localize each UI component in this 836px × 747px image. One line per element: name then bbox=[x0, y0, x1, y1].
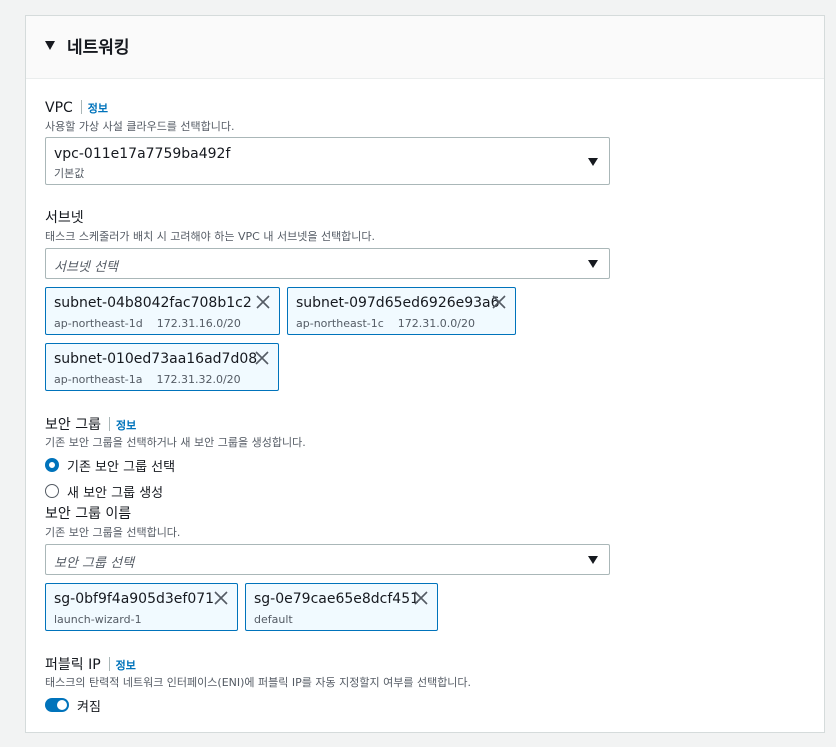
subnet-token-id: subnet-097d65ed6926e93a6 bbox=[296, 295, 500, 311]
public-ip-info-link[interactable]: 정보 bbox=[116, 659, 136, 672]
security-group-label: 보안 그룹 bbox=[45, 417, 101, 433]
subnet-token-id: subnet-04b8042fac708b1c2 bbox=[54, 295, 252, 311]
public-ip-toggle[interactable] bbox=[45, 698, 69, 712]
vpc-select[interactable]: vpc-011e17a7759ba492f 기본값 bbox=[45, 137, 610, 185]
security-group-select-placeholder: 보안 그룹 선택 bbox=[54, 556, 135, 571]
subnet-token-id: subnet-010ed73aa16ad7d08 bbox=[54, 351, 258, 367]
subnet-description: 태스크 스케줄러가 배치 시 고려해야 하는 VPC 내 서브넷을 선택합니다. bbox=[45, 230, 376, 243]
subnet-token-cidr: 172.31.0.0/20 bbox=[397, 317, 475, 330]
radio-new-security-group[interactable] bbox=[45, 484, 59, 498]
security-group-info-link[interactable]: 정보 bbox=[116, 419, 136, 432]
subnet-token-az: ap-northeast-1c bbox=[296, 317, 384, 330]
close-icon[interactable] bbox=[413, 590, 429, 606]
security-group-token-id: sg-0e79cae65e8dcf451 bbox=[254, 591, 420, 607]
dropdown-arrow-icon bbox=[588, 556, 598, 564]
vpc-selected-sub: 기본값 bbox=[54, 167, 85, 180]
security-group-token-name: default bbox=[254, 613, 293, 626]
subnet-select[interactable]: 서브넷 선택 bbox=[45, 248, 610, 279]
security-group-name-description: 기존 보안 그룹을 선택합니다. bbox=[45, 526, 181, 539]
section-header[interactable]: 네트워킹 bbox=[26, 16, 824, 79]
vpc-info-link[interactable]: 정보 bbox=[88, 102, 108, 115]
close-icon[interactable] bbox=[213, 590, 229, 606]
vpc-label-row: VPC 정보 bbox=[45, 97, 108, 116]
security-group-token: sg-0bf9f4a905d3ef071 launch-wizard-1 bbox=[45, 583, 238, 631]
vpc-label: VPC bbox=[45, 100, 73, 116]
networking-panel: 네트워킹 VPC 정보 사용할 가상 사설 클라우드를 선택합니다. vpc-01… bbox=[25, 15, 825, 733]
subnet-token-az: ap-northeast-1a bbox=[54, 373, 143, 386]
security-group-token: sg-0e79cae65e8dcf451 default bbox=[245, 583, 438, 631]
security-group-token-name: launch-wizard-1 bbox=[54, 613, 142, 626]
dropdown-arrow-icon bbox=[588, 158, 598, 166]
radio-new-label[interactable]: 새 보안 그룹 생성 bbox=[67, 482, 163, 501]
subnet-token-cidr: 172.31.16.0/20 bbox=[156, 317, 241, 330]
security-group-select[interactable]: 보안 그룹 선택 bbox=[45, 544, 610, 575]
radio-existing-label[interactable]: 기존 보안 그룹 선택 bbox=[67, 456, 175, 475]
close-icon[interactable] bbox=[254, 350, 270, 366]
close-icon[interactable] bbox=[255, 294, 271, 310]
close-icon[interactable] bbox=[491, 294, 507, 310]
security-group-description: 기존 보안 그룹을 선택하거나 새 보안 그룹을 생성합니다. bbox=[45, 436, 306, 449]
subnet-token: subnet-097d65ed6926e93a6 ap-northeast-1c… bbox=[287, 287, 516, 335]
subnet-token: subnet-010ed73aa16ad7d08 ap-northeast-1a… bbox=[45, 343, 279, 391]
security-group-name-label: 보안 그룹 이름 bbox=[45, 506, 132, 522]
vpc-selected-value: vpc-011e17a7759ba492f bbox=[54, 146, 231, 162]
subnet-token-az: ap-northeast-1d bbox=[54, 317, 143, 330]
subnet-label: 서브넷 bbox=[45, 210, 84, 226]
radio-existing-security-group[interactable] bbox=[45, 458, 59, 472]
vpc-description: 사용할 가상 사설 클라우드를 선택합니다. bbox=[45, 120, 235, 133]
public-ip-label-row: 퍼블릭 IP 정보 bbox=[45, 654, 136, 674]
toggle-knob bbox=[57, 700, 67, 710]
subnet-token: subnet-04b8042fac708b1c2 ap-northeast-1d… bbox=[45, 287, 280, 335]
dropdown-arrow-icon bbox=[588, 260, 598, 268]
public-ip-toggle-label: 켜짐 bbox=[77, 700, 101, 715]
subnet-select-placeholder: 서브넷 선택 bbox=[54, 260, 118, 275]
caret-down-icon[interactable] bbox=[45, 41, 55, 50]
security-group-token-id: sg-0bf9f4a905d3ef071 bbox=[54, 591, 215, 607]
public-ip-description: 태스크의 탄력적 네트워크 인터페이스(ENI)에 퍼블릭 IP를 자동 지정할… bbox=[45, 676, 472, 689]
section-title: 네트워킹 bbox=[67, 38, 130, 58]
public-ip-label: 퍼블릭 IP bbox=[45, 657, 101, 673]
security-group-label-row: 보안 그룹 정보 bbox=[45, 414, 136, 434]
subnet-token-cidr: 172.31.32.0/20 bbox=[156, 373, 241, 386]
